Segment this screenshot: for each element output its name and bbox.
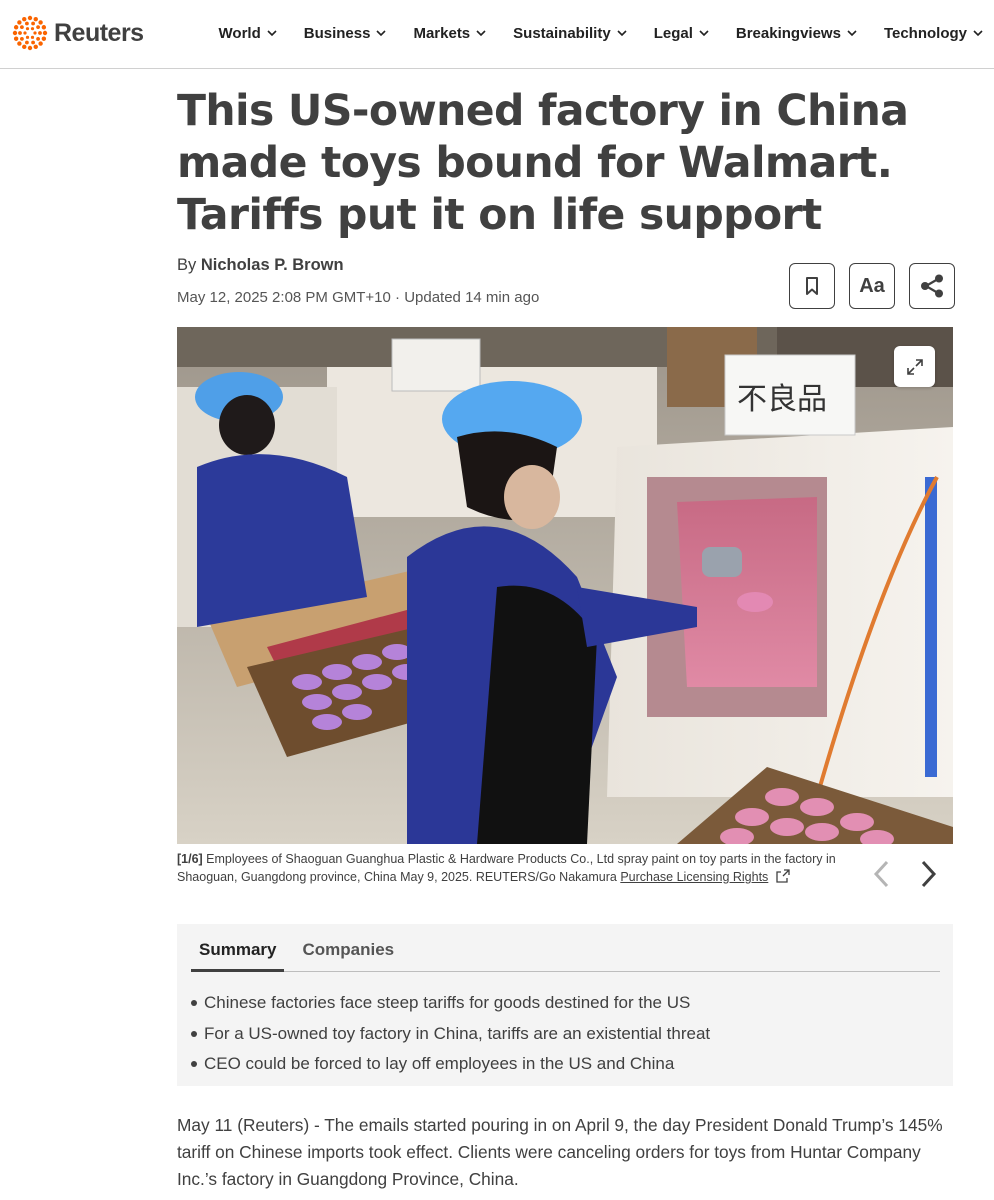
- text-size-button[interactable]: Aa: [849, 263, 895, 309]
- reuters-wordmark: Reuters: [54, 18, 144, 47]
- nav-label: World: [218, 24, 261, 42]
- chevron-right-icon: [921, 860, 937, 888]
- logo-dot: [33, 44, 38, 50]
- logo-dot: [41, 36, 47, 41]
- chevron-down-icon: [847, 30, 857, 37]
- reuters-logo-mark-icon: [12, 15, 48, 51]
- bullet-text: For a US-owned toy factory in China, tar…: [204, 1023, 711, 1043]
- bullet-dot-icon: [191, 1061, 197, 1068]
- nav-item-business[interactable]: Business: [304, 25, 388, 42]
- article-dateline: May 12, 2025 2:08 PM GMT+10 · Updated 14…: [177, 289, 540, 306]
- logo-dot: [33, 31, 37, 35]
- logo-dot: [38, 31, 42, 35]
- expand-icon: [906, 358, 923, 375]
- chevron-down-icon: [267, 30, 277, 37]
- summary-bullet: CEO could be forced to lay off employees…: [191, 1049, 710, 1080]
- factory-workers-photo: 不良品: [177, 327, 953, 844]
- logo-dot: [22, 44, 27, 50]
- logo-dot: [25, 27, 30, 31]
- logo-dot: [23, 31, 27, 35]
- expand-image-button[interactable]: [894, 346, 935, 387]
- nav-item-technology[interactable]: Technology: [884, 25, 984, 42]
- logo-dot: [31, 21, 35, 26]
- article-paragraph: May 11 (Reuters) - The emails started po…: [177, 1115, 943, 1189]
- nav-item-world[interactable]: World: [219, 25, 278, 42]
- tab-companies[interactable]: Companies: [294, 924, 402, 972]
- author-link[interactable]: Nicholas P. Brown: [201, 256, 344, 274]
- tab-summary[interactable]: Summary: [191, 924, 285, 972]
- photo-caption: [1/6] Employees of Shaoguan Guanghua Pla…: [177, 850, 837, 886]
- logo-dot: [38, 20, 43, 25]
- summary-tabs: Summary Companies: [191, 924, 940, 972]
- gallery-photo[interactable]: 不良品: [177, 327, 953, 844]
- nav-label: Sustainability: [513, 24, 611, 42]
- text-size-label: Aa: [859, 274, 885, 297]
- logo-dot: [13, 25, 19, 30]
- chevron-down-icon: [476, 30, 486, 37]
- logo-dot: [31, 40, 35, 45]
- chevron-down-icon: [973, 30, 983, 37]
- chevron-down-icon: [376, 30, 387, 37]
- nav-label: Markets: [413, 24, 471, 42]
- external-link-icon: [776, 869, 790, 883]
- booth-sign-text: 不良品: [737, 382, 827, 417]
- main-nav: World Business Markets Sustainability Le…: [219, 20, 984, 46]
- nav-label: Legal: [653, 24, 693, 42]
- summary-bullet: Chinese factories face steep tariffs for…: [191, 988, 710, 1019]
- logo-dot: [13, 36, 19, 41]
- logo-dot: [27, 15, 33, 21]
- bookmark-icon: [806, 277, 818, 295]
- nav-label: Technology: [883, 24, 967, 42]
- logo-dot: [38, 41, 43, 46]
- summary-box: Summary Companies Chinese factories face…: [177, 924, 953, 1086]
- logo-dot: [17, 41, 22, 46]
- share-icon: [921, 274, 943, 298]
- logo-dot: [27, 45, 33, 51]
- chevron-down-icon: [617, 30, 627, 37]
- gallery-next-button[interactable]: [914, 858, 944, 890]
- nav-label: Business: [303, 24, 371, 42]
- purchase-licensing-link[interactable]: Purchase Licensing Rights: [620, 870, 768, 884]
- logo-dot: [18, 31, 22, 35]
- logo-dot: [12, 30, 18, 36]
- site-header: Reuters World Business Markets Sustainab…: [0, 0, 994, 69]
- logo-dot: [25, 40, 29, 45]
- article-headline: This US-owned factory in China made toys…: [177, 87, 909, 240]
- byline-prefix: By: [177, 256, 201, 274]
- logo-dot: [25, 35, 30, 39]
- nav-item-sustainability[interactable]: Sustainability: [513, 25, 628, 42]
- logo-dot: [30, 27, 35, 31]
- chevron-left-icon: [873, 860, 889, 888]
- byline: By Nicholas P. Brown: [177, 256, 344, 275]
- article-tools: Aa: [789, 263, 955, 309]
- logo-dot: [20, 36, 24, 41]
- bullet-dot-icon: [191, 1000, 197, 1007]
- logo-dot: [25, 21, 29, 26]
- logo-dot: [36, 25, 40, 30]
- logo-dot: [33, 16, 38, 22]
- bullet-dot-icon: [191, 1030, 197, 1037]
- reuters-logo[interactable]: Reuters: [12, 14, 144, 52]
- summary-bullets: Chinese factories face steep tariffs for…: [191, 988, 710, 1080]
- summary-bullet: For a US-owned toy factory in China, tar…: [191, 1019, 710, 1050]
- bullet-text: CEO could be forced to lay off employees…: [204, 1054, 675, 1073]
- nav-label: Breakingviews: [735, 24, 841, 42]
- nav-item-markets[interactable]: Markets: [413, 25, 487, 42]
- nav-item-breakingviews[interactable]: Breakingviews: [736, 25, 858, 42]
- logo-dot: [22, 16, 27, 22]
- logo-dot: [30, 35, 35, 39]
- bookmark-button[interactable]: [789, 263, 835, 309]
- logo-dot: [36, 36, 40, 41]
- nav-item-legal[interactable]: Legal: [654, 25, 710, 42]
- chevron-down-icon: [699, 30, 709, 37]
- logo-dot: [17, 20, 22, 25]
- gallery-index: [1/6]: [177, 852, 203, 866]
- logo-dot: [41, 25, 47, 30]
- logo-dot: [20, 25, 24, 30]
- logo-dot: [42, 30, 48, 36]
- share-button[interactable]: [909, 263, 955, 309]
- gallery-prev-button[interactable]: [866, 858, 896, 890]
- bullet-text: Chinese factories face steep tariffs for…: [204, 993, 691, 1012]
